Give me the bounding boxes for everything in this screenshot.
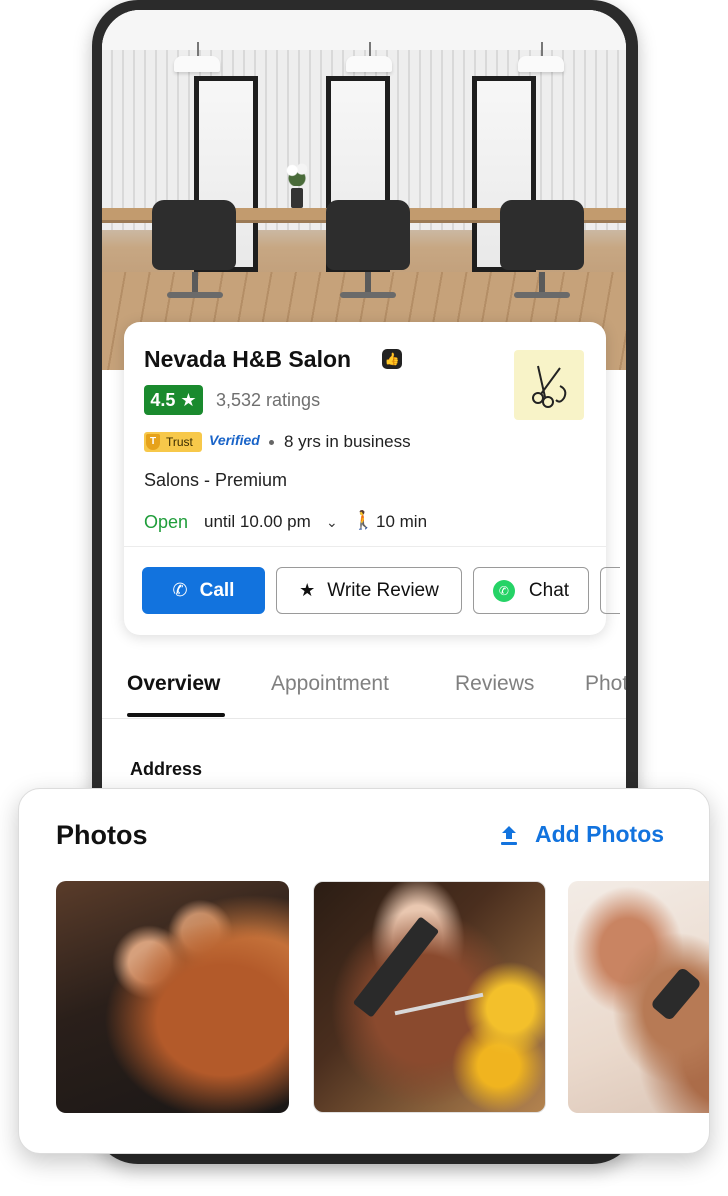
address-heading: Address [130,759,203,779]
write-review-label: Write Review [327,579,439,601]
phone-icon: ✆ [172,580,188,600]
chair-stem [539,272,545,294]
tabs-divider [102,718,626,719]
photo-thumbnail[interactable] [313,881,546,1113]
trust-badge: T Trust [144,432,202,452]
pendant-lamp [174,42,220,72]
chair-foot [340,292,396,298]
tab-photos[interactable]: Photos [585,672,626,696]
business-info-card: Nevada H&B Salon 👍 4.5 ★ 3,532 ratings T… [124,322,620,635]
star-icon: ★ [299,580,316,600]
upload-icon [501,825,517,845]
add-photos-button[interactable]: Add Photos [497,821,664,848]
business-name: Nevada H&B Salon [144,346,352,372]
scissors-icon [532,365,567,408]
salon-chair [326,200,410,270]
salon-logo [514,350,584,420]
chair-foot [167,292,223,298]
walk-time: 10 min [376,512,428,531]
active-tab-indicator [127,713,225,717]
call-label: Call [199,579,235,601]
tab-bar: Overview Appointment Reviews Photos [102,660,626,720]
add-photos-label: Add Photos [535,821,665,847]
nail-tool [649,966,703,1022]
photos-title: Photos [56,820,148,850]
walking-icon: 🚶 [352,510,375,530]
trust-shield-icon: T [146,434,160,450]
ratings-count[interactable]: 3,532 ratings [216,390,320,411]
pendant-lamp [518,42,564,72]
photo-thumbnail[interactable] [568,881,709,1113]
ceiling [102,10,626,54]
photo-thumbnail[interactable] [56,881,289,1113]
tab-overview[interactable]: Overview [127,672,220,696]
years-in-business: 8 yrs in business [284,432,411,451]
flower-vase [285,160,309,208]
chair-stem [365,272,371,294]
chair-foot [514,292,570,298]
tab-reviews[interactable]: Reviews [455,672,534,696]
call-button[interactable]: ✆ Call [142,567,265,614]
open-until[interactable]: until 10.00 pm [204,512,311,532]
write-review-button[interactable]: ★ Write Review [276,567,462,614]
salon-chair [152,200,236,270]
comb [352,916,440,1018]
open-status: Open [144,512,189,532]
chat-button[interactable]: ✆ Chat [473,567,589,614]
verified-badge: Verified [209,432,260,448]
separator-dot [269,440,274,445]
more-actions-button[interactable] [600,567,620,614]
salon-hero-image [102,10,626,370]
pendant-lamp [346,42,392,72]
chat-label: Chat [528,579,570,601]
thumbs-up-icon: 👍 [382,349,402,369]
photos-card: Photos Add Photos [18,788,710,1154]
chevron-down-icon[interactable]: ⌄ [326,514,338,531]
whatsapp-icon: ✆ [492,579,515,602]
chair-stem [192,272,198,294]
business-category: Salons - Premium [144,470,288,490]
tab-appointment[interactable]: Appointment [271,672,389,696]
salon-chair [500,200,584,270]
rating-badge: 4.5 ★ [144,385,203,415]
scissors-blade [394,992,484,1016]
card-divider [124,546,606,547]
trust-label: Trust [166,435,193,449]
